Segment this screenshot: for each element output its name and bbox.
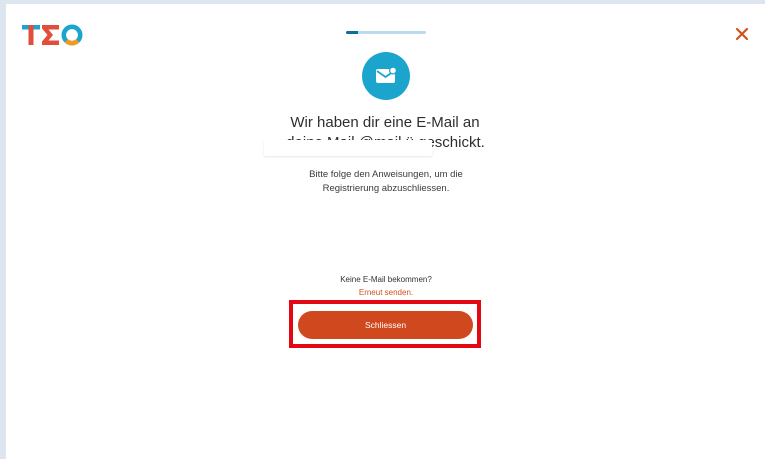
title-line-1: Wir haben dir eine E-Mail an: [290, 114, 480, 131]
mail-badge: [362, 52, 410, 100]
registration-dialog: Wir haben dir eine E-Mail an deine.Mail.…: [6, 4, 765, 459]
close-button[interactable]: Schliessen: [298, 311, 473, 339]
envelope-icon: [376, 67, 397, 83]
progress-bar: [346, 31, 426, 34]
redaction-overlay: [264, 140, 432, 156]
instructions-line-2: Registrierung abzuschliessen.: [322, 183, 450, 194]
progress-fill: [346, 31, 358, 34]
instructions-text: Bitte folge den Anweisungen, um die Regi…: [236, 168, 536, 196]
instructions-line-1: Bitte folge den Anweisungen, um die: [309, 169, 463, 180]
close-icon[interactable]: [733, 25, 751, 43]
resend-link[interactable]: Erneut senden.: [306, 287, 466, 298]
no-email-text: Keine E-Mail bekommen?: [340, 275, 432, 284]
teo-logo: [22, 24, 83, 46]
